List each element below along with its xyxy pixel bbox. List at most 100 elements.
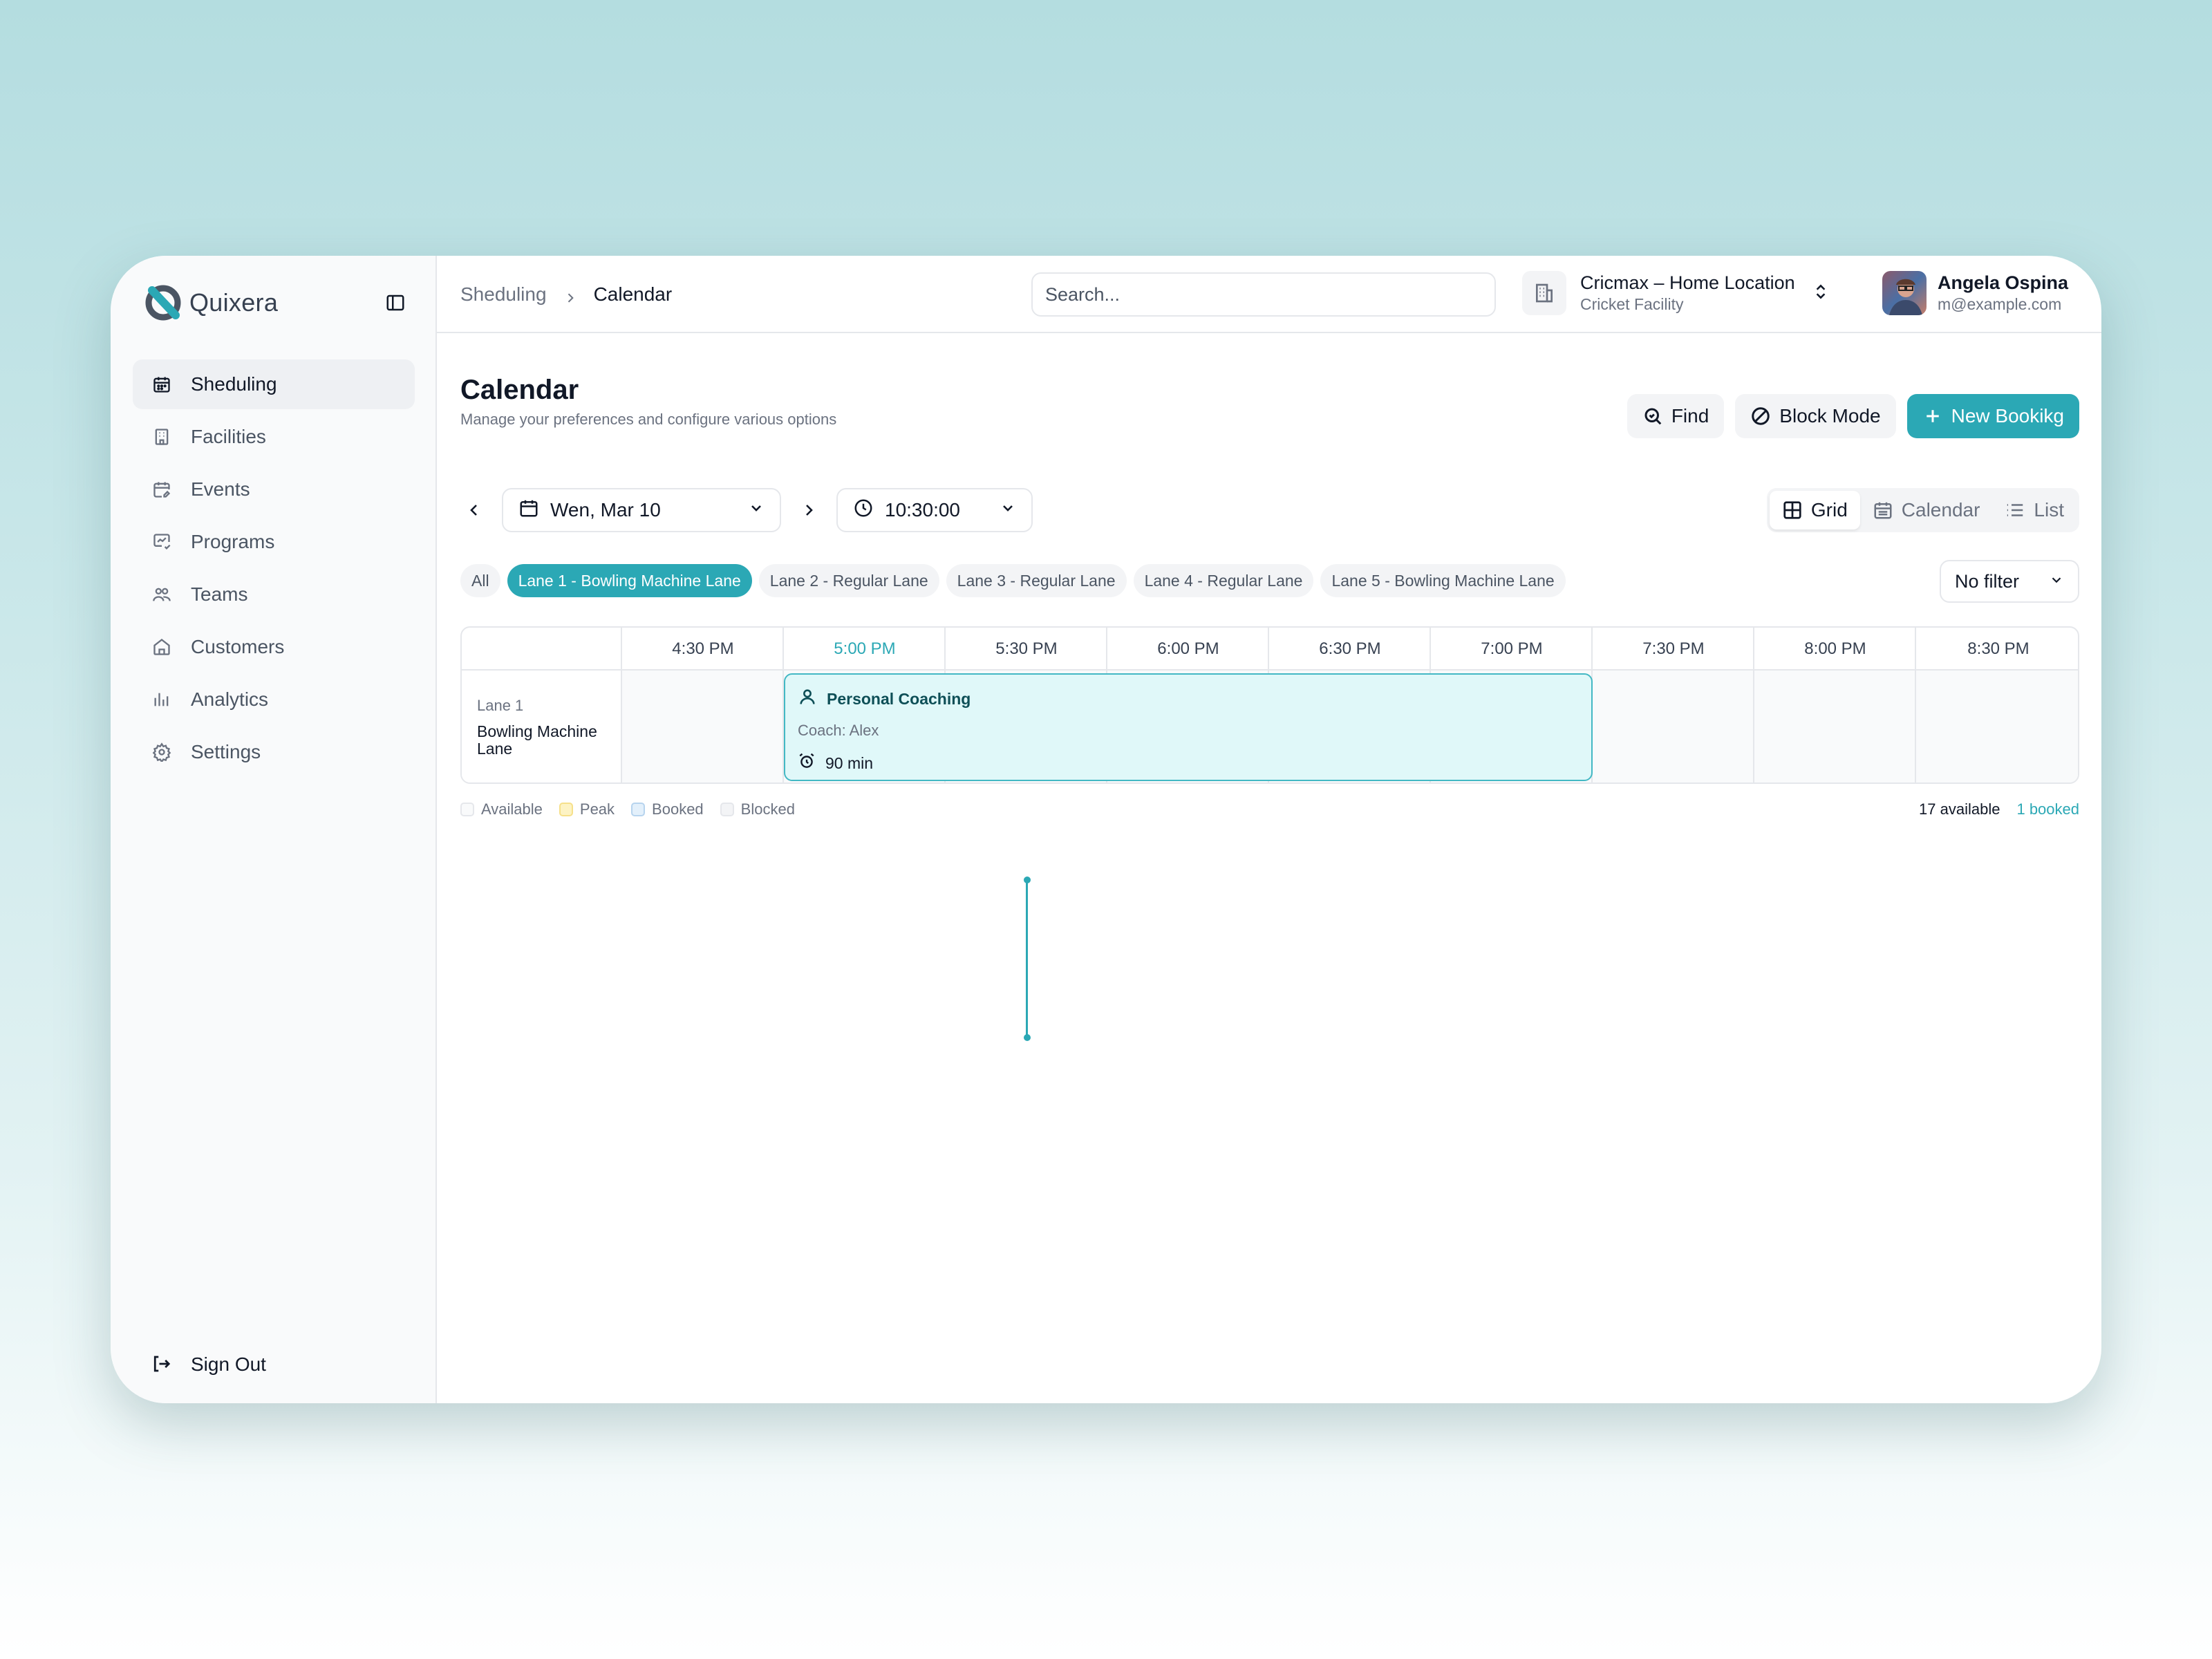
time-slot[interactable]: [621, 671, 784, 782]
lane-chip-2[interactable]: Lane 2 - Regular Lane: [758, 564, 939, 597]
lane-chip-4[interactable]: Lane 4 - Regular Lane: [1133, 564, 1314, 597]
legend-swatch: [460, 803, 474, 816]
sidebar-item-sheduling[interactable]: Sheduling: [133, 359, 415, 409]
tab-list-label: List: [2034, 499, 2064, 521]
app-window: Quixera Sheduling Facilities Events Prog…: [111, 256, 2101, 1403]
sidebar-item-label: Events: [191, 478, 250, 500]
filter-value: No filter: [1955, 570, 2020, 592]
lane-row-label: Lane 1 Bowling Machine Lane: [462, 671, 622, 782]
user-icon: [798, 687, 817, 711]
legend-label: Available: [481, 800, 543, 818]
sign-out-icon: [151, 1353, 173, 1376]
time-slot[interactable]: [1915, 671, 2078, 782]
time-slot[interactable]: [1753, 671, 1916, 782]
time-header-cell: 6:00 PM: [1106, 628, 1269, 671]
lane-filter-chips: All Lane 1 - Bowling Machine Lane Lane 2…: [460, 564, 1573, 597]
gear-icon: [151, 741, 173, 763]
legend-swatch: [720, 803, 734, 816]
sidebar-item-settings[interactable]: Settings: [133, 727, 415, 777]
time-slot[interactable]: [1591, 671, 1754, 782]
grid-icon: [1782, 500, 1803, 521]
time-header-cell: 8:00 PM: [1753, 628, 1916, 671]
sign-out-button[interactable]: Sign Out: [151, 1353, 266, 1376]
list-icon: [2005, 500, 2025, 521]
sidebar-item-teams[interactable]: Teams: [133, 570, 415, 619]
page-title: Calendar: [460, 375, 579, 405]
tab-calendar[interactable]: Calendar: [1860, 491, 1993, 529]
search-input[interactable]: [1031, 272, 1496, 317]
date-picker[interactable]: Wen, Mar 10: [502, 488, 781, 532]
legend-booked: Booked: [631, 800, 704, 818]
time-header: 4:30 PM 5:00 PM 5:30 PM 6:00 PM 6:30 PM …: [462, 628, 2078, 671]
sidebar-item-events[interactable]: Events: [133, 465, 415, 514]
breadcrumb-parent[interactable]: Sheduling: [460, 283, 547, 306]
user-menu[interactable]: Angela Ospina m@example.com: [1882, 271, 2068, 315]
page-subtitle: Manage your preferences and configure va…: [460, 411, 837, 428]
legend: Available Peak Booked Blocked: [460, 800, 812, 818]
page-actions: Find Block Mode New Bookikg: [1616, 394, 2079, 438]
sidebar-item-facilities[interactable]: Facilities: [133, 412, 415, 462]
filter-select[interactable]: No filter: [1940, 560, 2079, 603]
booking-card[interactable]: Personal Coaching Coach: Alex 90 min: [784, 673, 1593, 781]
sidebar-toggle-icon[interactable]: [383, 290, 408, 315]
chevron-left-icon: [470, 505, 477, 516]
lane-chip-all[interactable]: All: [460, 564, 500, 597]
lane-chip-5[interactable]: Lane 5 - Bowling Machine Lane: [1320, 564, 1566, 597]
alarm-clock-icon: [798, 752, 816, 774]
user-name: Angela Ospina: [1937, 272, 2068, 293]
previous-day-button[interactable]: [460, 496, 488, 524]
tab-grid-label: Grid: [1810, 499, 1848, 521]
building-icon: [1522, 271, 1566, 315]
sidebar-item-analytics[interactable]: Analytics: [133, 675, 415, 724]
chevron-updown-icon: [1812, 281, 1830, 306]
sidebar-item-programs[interactable]: Programs: [133, 517, 415, 567]
booking-duration: 90 min: [825, 753, 874, 772]
sidebar-item-customers[interactable]: Customers: [133, 622, 415, 672]
find-label: Find: [1671, 405, 1709, 427]
ban-icon: [1750, 406, 1771, 427]
lane-chip-3[interactable]: Lane 3 - Regular Lane: [946, 564, 1127, 597]
time-header-cell: 7:30 PM: [1591, 628, 1754, 671]
tab-calendar-label: Calendar: [1901, 499, 1980, 521]
lane-row: Lane 1 Bowling Machine Lane Personal Coa…: [462, 671, 2078, 782]
building-icon: [151, 426, 173, 448]
sidebar-item-label: Sheduling: [191, 373, 277, 395]
clock-icon: [853, 498, 874, 523]
block-mode-button[interactable]: Block Mode: [1735, 394, 1896, 438]
users-icon: [151, 583, 173, 606]
new-booking-button[interactable]: New Bookikg: [1906, 394, 2079, 438]
tab-grid[interactable]: Grid: [1769, 491, 1860, 529]
view-switcher: Grid Calendar List: [1766, 488, 2079, 532]
next-day-button[interactable]: [795, 496, 823, 524]
calendar-icon: [151, 373, 173, 395]
booked-count[interactable]: 1 booked: [2016, 800, 2079, 818]
time-value: 10:30:00: [885, 499, 960, 521]
time-header-cell: 8:30 PM: [1915, 628, 2078, 671]
brand-logo-icon: [144, 283, 182, 322]
chevron-down-icon: [748, 499, 765, 521]
legend-available: Available: [460, 800, 543, 818]
main-content: Sheduling Calendar Cricmax – Home Locati…: [437, 256, 2101, 1403]
time-header-cell: 6:30 PM: [1268, 628, 1431, 671]
sidebar-item-label: Teams: [191, 583, 248, 605]
new-booking-label: New Bookikg: [1951, 405, 2064, 427]
booking-title: Personal Coaching: [827, 689, 971, 708]
find-button[interactable]: Find: [1627, 394, 1725, 438]
sidebar-nav: Sheduling Facilities Events Programs Tea…: [133, 359, 415, 780]
sidebar-item-label: Settings: [191, 741, 261, 762]
sidebar-item-label: Customers: [191, 636, 285, 657]
time-picker[interactable]: 10:30:00: [836, 488, 1033, 532]
location-switcher[interactable]: Cricmax – Home Location Cricket Facility: [1522, 271, 1830, 315]
sidebar-item-label: Facilities: [191, 426, 266, 447]
time-header-cell: 5:30 PM: [944, 628, 1107, 671]
current-time-marker-bottom: [1024, 1034, 1031, 1041]
breadcrumb: Sheduling Calendar: [460, 283, 672, 306]
sidebar: Quixera Sheduling Facilities Events Prog…: [111, 256, 437, 1403]
calendar-edit-icon: [151, 478, 173, 500]
sidebar-item-label: Programs: [191, 531, 275, 552]
lane-chip-1[interactable]: Lane 1 - Bowling Machine Lane: [507, 564, 752, 597]
tab-list[interactable]: List: [1992, 491, 2077, 529]
home-icon: [151, 636, 173, 658]
legend-swatch: [559, 803, 573, 816]
breadcrumb-current: Calendar: [593, 283, 673, 305]
